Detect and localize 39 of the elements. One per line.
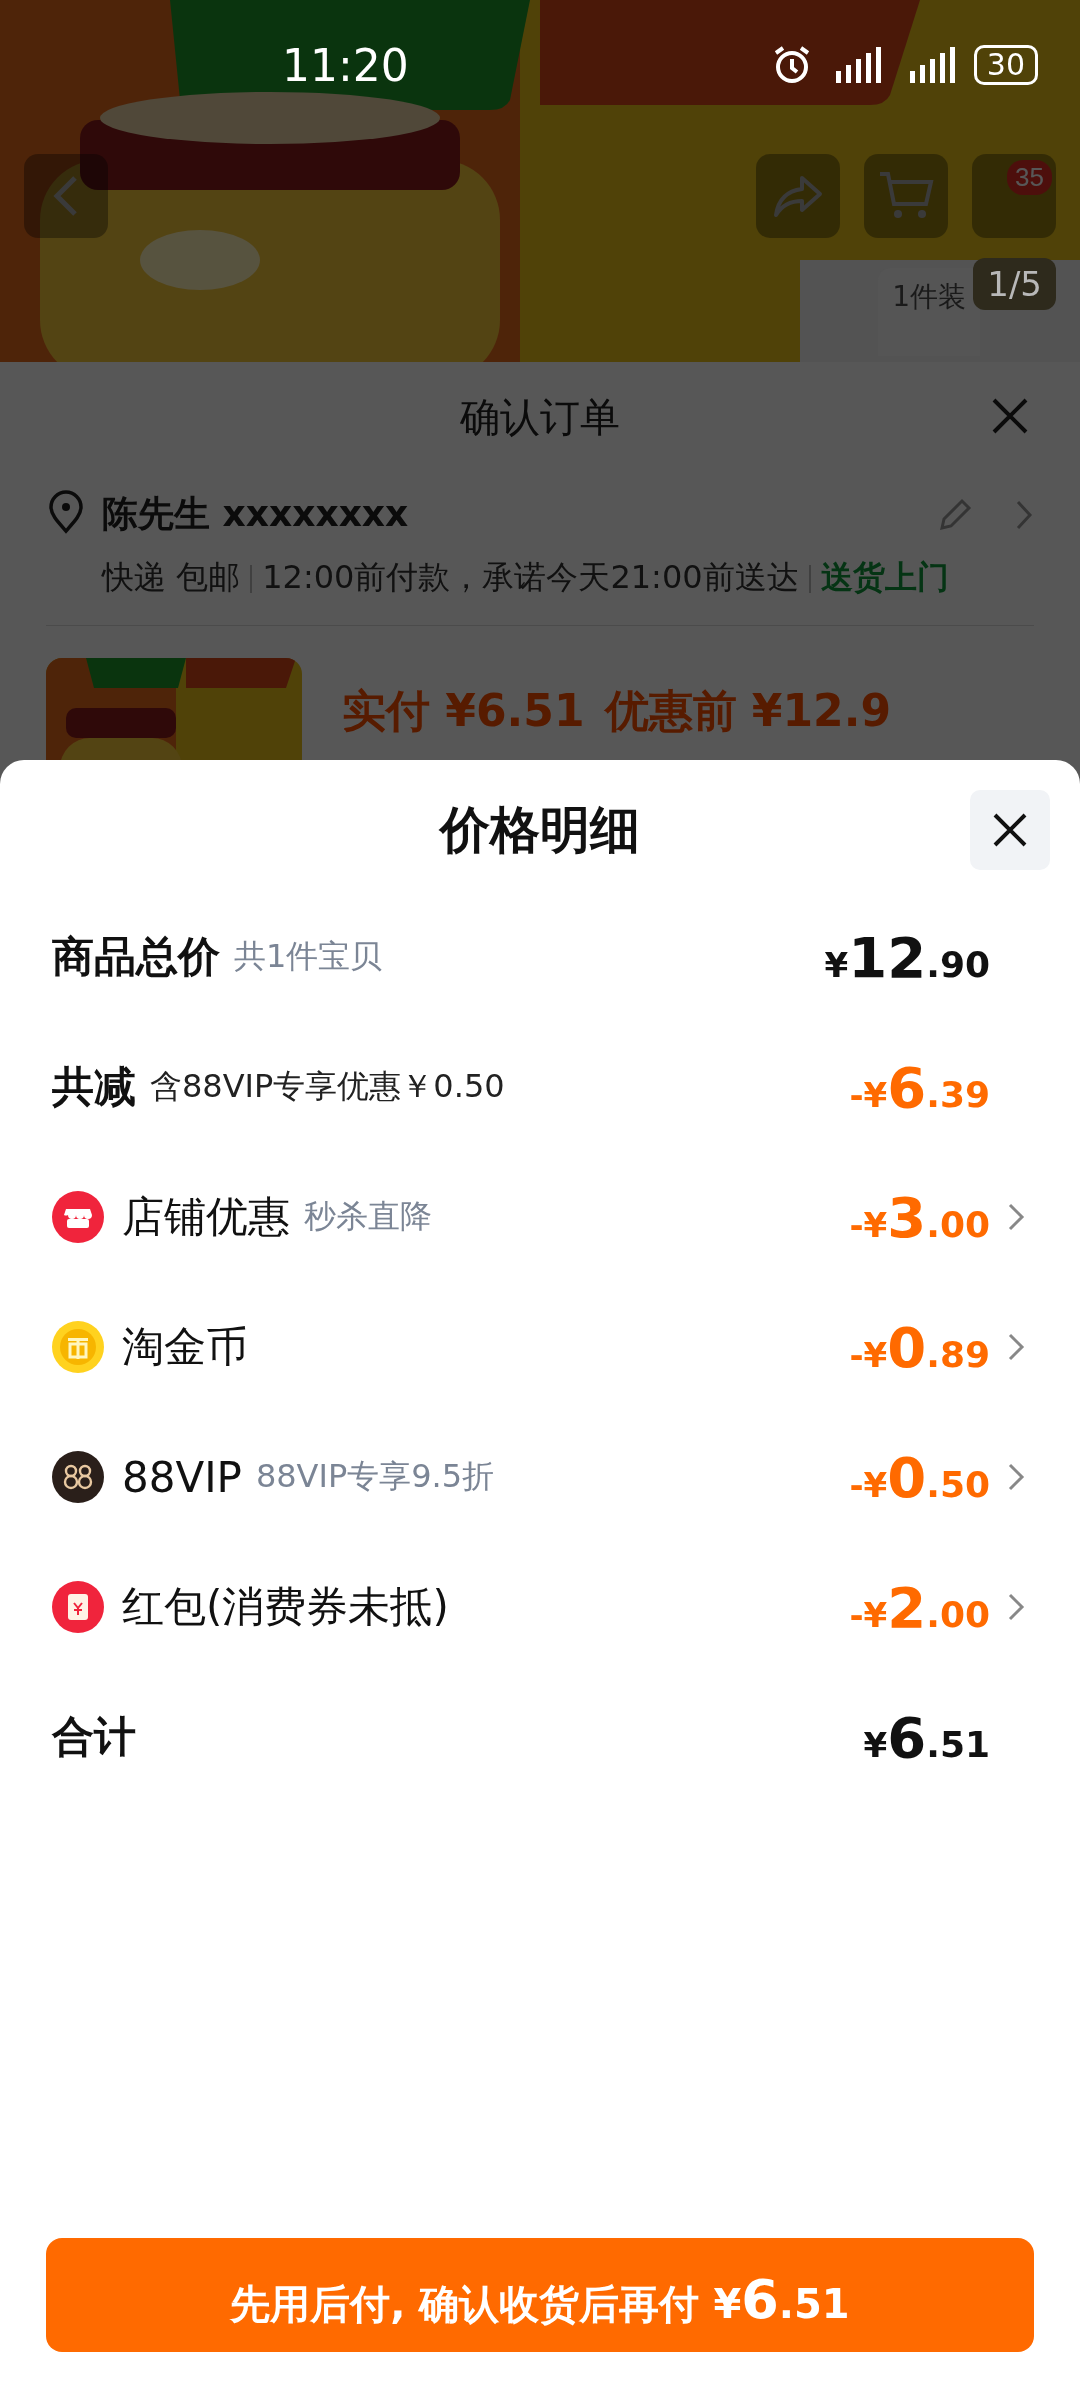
price-amount: ¥6.51	[863, 1704, 990, 1770]
image-counter: 1/5	[973, 258, 1056, 310]
row-note: 88VIP专享9.5折	[255, 1456, 495, 1497]
row-label: 合计	[52, 1711, 136, 1763]
close-icon	[992, 812, 1028, 848]
status-time: 11:20	[282, 39, 409, 91]
sheet-title: 确认订单	[460, 392, 620, 442]
row-label: 店铺优惠	[122, 1191, 290, 1243]
share-icon	[772, 174, 824, 218]
close-button[interactable]	[970, 790, 1050, 870]
price-amount: -¥2.00	[849, 1574, 990, 1640]
battery-level: 30	[973, 45, 1038, 85]
row-label: 88VIP	[122, 1452, 242, 1502]
price-amount: -¥3.00	[849, 1184, 990, 1250]
discount-row[interactable]: 店铺优惠 秒杀直降 -¥3.00	[52, 1152, 1028, 1282]
original-price: 优惠前 ¥12.9	[604, 684, 891, 738]
discount-row[interactable]: 红包(消费券未抵) -¥2.00	[52, 1542, 1028, 1672]
price-amount: -¥6.39	[849, 1054, 990, 1120]
row-label: 商品总价	[52, 931, 220, 983]
price-amount: -¥0.50	[849, 1444, 990, 1510]
price-amount: -¥0.89	[849, 1314, 990, 1380]
row-note: 含88VIP专享优惠￥0.50	[150, 1066, 505, 1107]
row-label: 共减	[52, 1061, 136, 1113]
location-pin-icon	[46, 490, 86, 534]
row-note: 秒杀直降	[304, 1196, 432, 1237]
coin-icon	[52, 1321, 104, 1373]
delivery-info: 快递 包邮 12:00前付款，承诺今天21:00前送达 送货上门	[102, 557, 950, 598]
envelope-icon	[52, 1581, 104, 1633]
sheet-title: 价格明细	[440, 799, 640, 861]
row-note: 共1件宝贝	[234, 936, 383, 977]
row-label: 淘金币	[122, 1321, 248, 1373]
row-label: 红包(消费券未抵)	[122, 1581, 449, 1633]
discount-row[interactable]: 88VIP 88VIP专享9.5折 -¥0.50	[52, 1412, 1028, 1542]
shop-icon	[52, 1191, 104, 1243]
price-amount: ¥12.90	[824, 924, 990, 990]
paid-price: 实付 ¥6.51	[342, 684, 585, 738]
discount-row[interactable]: 淘金币 -¥0.89	[52, 1282, 1028, 1412]
recipient-name: 陈先生 xxxxxxxx	[102, 492, 410, 536]
vip-icon	[52, 1451, 104, 1503]
